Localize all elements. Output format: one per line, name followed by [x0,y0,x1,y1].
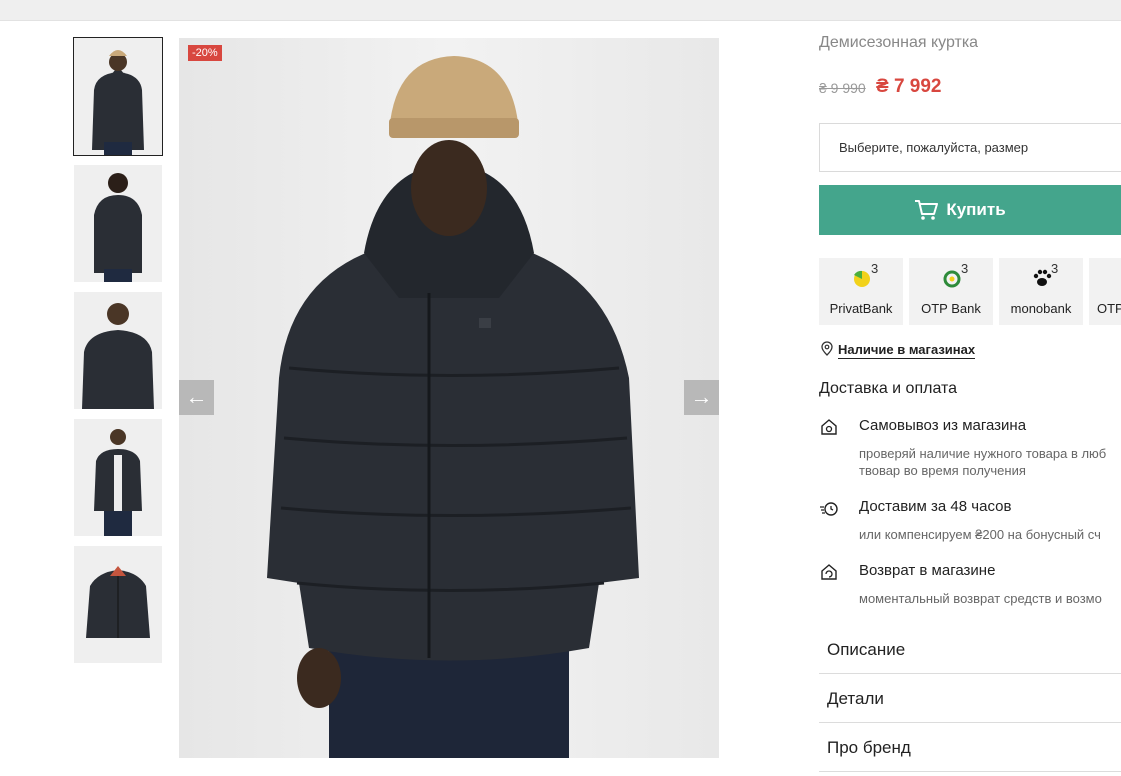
fast-delivery-title: Доставим за 48 часов [859,498,1012,515]
accordion-description[interactable]: Описание [819,626,1121,674]
main-product-image [179,38,719,758]
cart-icon [915,200,939,220]
location-pin-icon [821,341,833,356]
thumbnail-2[interactable] [74,165,162,282]
buy-button[interactable]: Купить [819,185,1121,235]
installment-otp[interactable]: OTP [1089,258,1121,325]
bank-name: OTP [1097,301,1121,316]
installment-monobank[interactable]: 3 monobank [999,258,1083,325]
top-navigation-bar [0,0,1121,21]
bank-name: monobank [1010,301,1072,316]
installment-otp-bank[interactable]: 3 OTP Bank [909,258,993,325]
discount-badge: -20% [188,45,222,61]
otp-bank-logo-icon [943,270,961,288]
pickup-subtitle-line-1: проверяй наличие нужного товара в люб [859,446,1107,461]
fast-delivery-subtitle: или компенсируем ₴200 на бонусный сч [859,527,1101,542]
return-subtitle: моментальный возврат средств и возмо [859,591,1102,606]
thumbnail-1[interactable] [73,37,163,156]
thumbnail-5[interactable] [74,546,162,663]
store-return-icon [821,564,837,580]
thumbnail-3[interactable] [74,292,162,409]
buy-button-label: Купить [946,200,1006,219]
availability-link-text: Наличие в магазинах [838,342,976,359]
installment-count: 3 [1051,261,1059,276]
availability-link[interactable]: Наличие в магазинах [820,341,976,359]
installment-count: 3 [961,261,969,276]
pickup-subtitle-line-2: твовар во время получения [859,463,1026,478]
bank-name: OTP Bank [921,301,981,316]
accordion-details[interactable]: Детали [819,675,1121,723]
product-title: Демисезонная куртка [819,34,979,51]
return-title: Возврат в магазине [859,562,996,579]
installment-privatbank[interactable]: 3 PrivatBank [819,258,903,325]
bank-name: PrivatBank [829,301,893,316]
accordion-brand[interactable]: Про бренд [819,724,1121,772]
fast-delivery-timer-icon [820,502,838,516]
privatbank-logo-icon [854,270,870,287]
monobank-paw-icon [1033,269,1052,286]
gallery-prev-button[interactable]: ← [179,380,214,415]
sale-price: ₴ 7 992 [876,76,942,97]
gallery-next-button[interactable]: → [684,380,719,415]
installment-count: 3 [871,261,879,276]
size-select[interactable]: Выберите, пожалуйста, размер [819,123,1121,172]
delivery-heading: Доставка и оплата [819,380,958,397]
store-pickup-icon [821,419,837,435]
pickup-title: Самовывоз из магазина [859,417,1027,434]
thumbnail-4[interactable] [74,419,162,536]
old-price: ₴ 9 990 [819,80,866,96]
